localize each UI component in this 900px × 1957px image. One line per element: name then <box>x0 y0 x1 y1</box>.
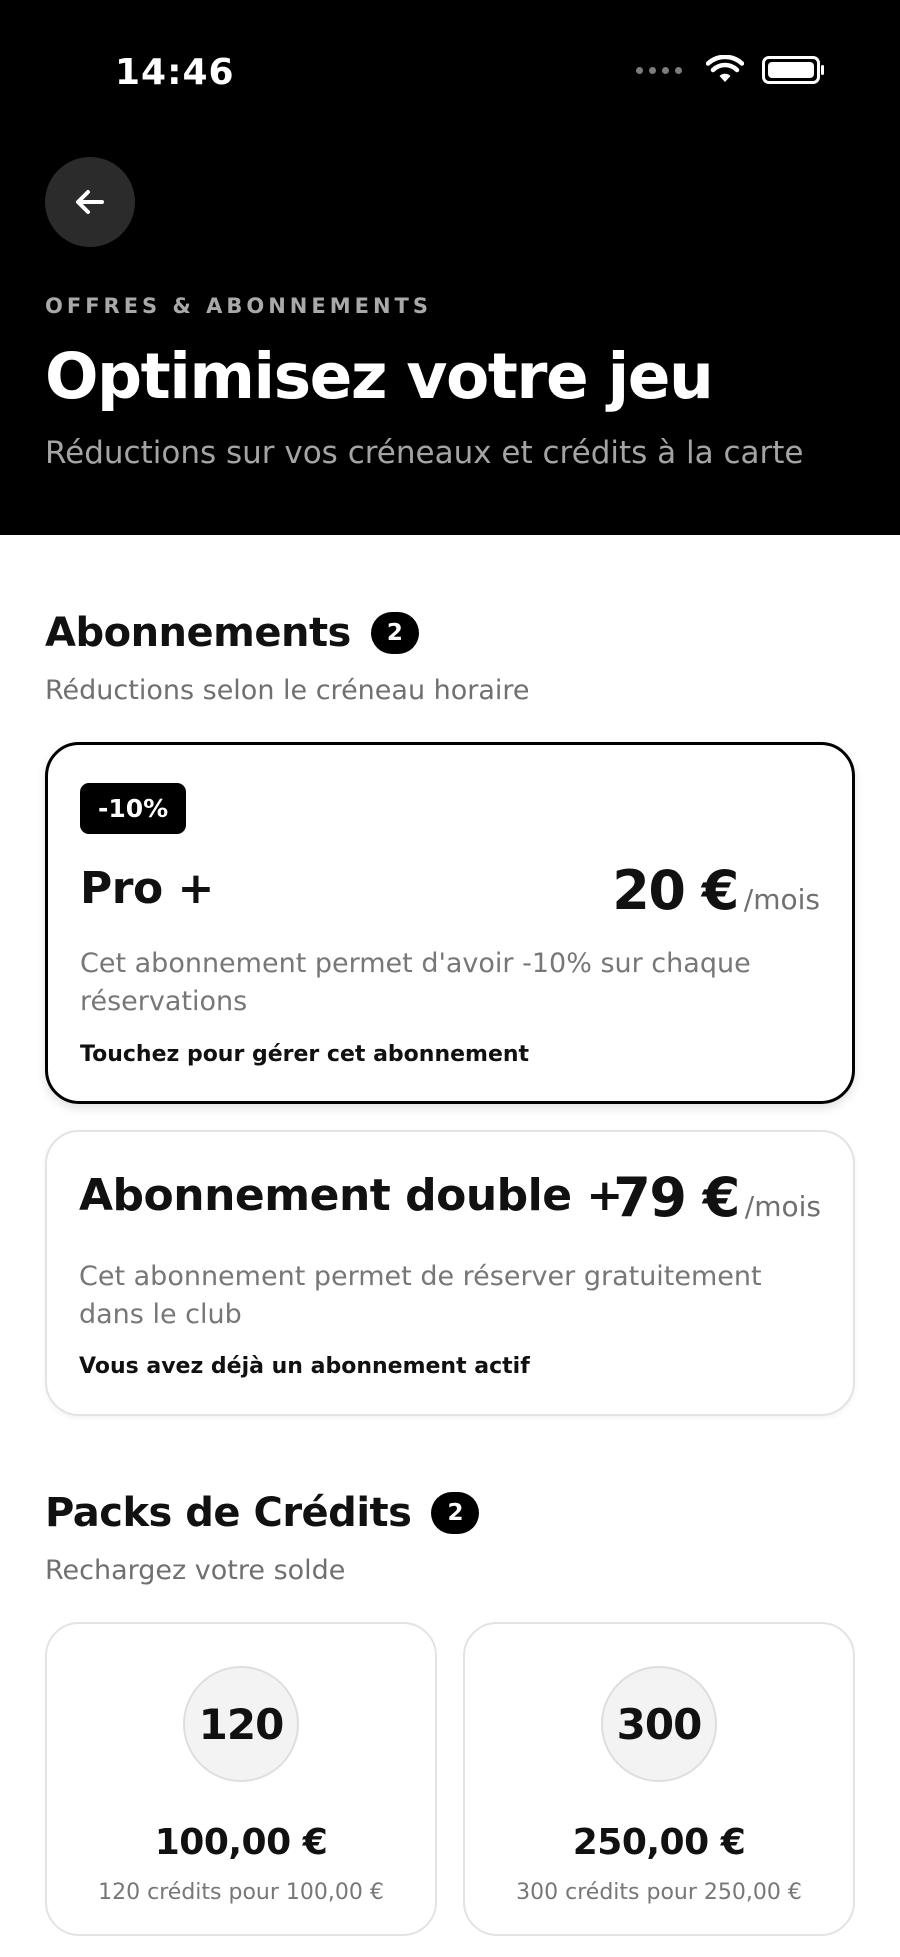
credit-pack-card[interactable]: 300 250,00 € 300 crédits pour 250,00 € <box>463 1622 855 1936</box>
plan-description: Cet abonnement permet de réserver gratui… <box>79 1261 762 1330</box>
wifi-icon <box>706 55 744 82</box>
credit-packs-title: Packs de Crédits <box>45 1490 412 1536</box>
arrow-left-icon <box>76 190 104 214</box>
pack-description: 120 crédits pour 100,00 € <box>98 1880 384 1905</box>
header: 14:46 OFFRES & ABONNEMENTS Optimisez vot… <box>0 0 900 535</box>
credit-packs-count-badge: 2 <box>431 1492 480 1534</box>
pack-credits-amount: 300 <box>601 1666 717 1782</box>
page-subtitle: Réductions sur vos créneaux et crédits à… <box>45 435 804 471</box>
plan-price-amount: 79 € <box>613 1166 740 1229</box>
plan-name: Abonnement double + <box>79 1170 623 1221</box>
back-button[interactable] <box>45 157 135 247</box>
credit-packs-section-header: Packs de Crédits 2 <box>45 1490 480 1536</box>
subscription-card-pro-plus[interactable]: -10% Pro + 20 € /mois Cet abonnement per… <box>45 742 855 1104</box>
subscriptions-section-header: Abonnements 2 <box>45 610 419 656</box>
cellular-signal-icon <box>636 66 682 74</box>
plan-price: 20 € /mois <box>612 859 820 922</box>
discount-badge: -10% <box>80 783 187 834</box>
page-eyebrow: OFFRES & ABONNEMENTS <box>45 294 432 318</box>
status-time: 14:46 <box>115 52 235 93</box>
pack-price: 100,00 € <box>154 1822 328 1863</box>
credit-pack-card[interactable]: 120 100,00 € 120 crédits pour 100,00 € <box>45 1622 437 1936</box>
pack-credits-amount: 120 <box>183 1666 299 1782</box>
status-icons <box>636 55 824 85</box>
plan-description: Cet abonnement permet d'avoir -10% sur c… <box>80 948 751 1017</box>
plan-price-period: /mois <box>744 1190 821 1223</box>
pack-price: 250,00 € <box>572 1822 746 1863</box>
plan-status-note: Vous avez déjà un abonnement actif <box>79 1354 530 1379</box>
subscription-card-double-plus[interactable]: Abonnement double + 79 € /mois Cet abonn… <box>45 1130 855 1416</box>
plan-price-amount: 20 € <box>612 859 739 922</box>
pack-description: 300 crédits pour 250,00 € <box>516 1880 802 1905</box>
subscriptions-title: Abonnements <box>45 610 351 656</box>
battery-icon <box>762 56 824 84</box>
plan-name: Pro + <box>80 863 214 914</box>
subscriptions-count-badge: 2 <box>370 612 419 654</box>
subscriptions-subtitle: Réductions selon le créneau horaire <box>45 675 530 706</box>
page-title: Optimisez votre jeu <box>45 340 714 413</box>
plan-manage-hint: Touchez pour gérer cet abonnement <box>80 1042 530 1067</box>
plan-price-period: /mois <box>743 883 820 916</box>
credit-packs-subtitle: Rechargez votre solde <box>45 1555 346 1586</box>
plan-price: 79 € /mois <box>613 1166 821 1229</box>
